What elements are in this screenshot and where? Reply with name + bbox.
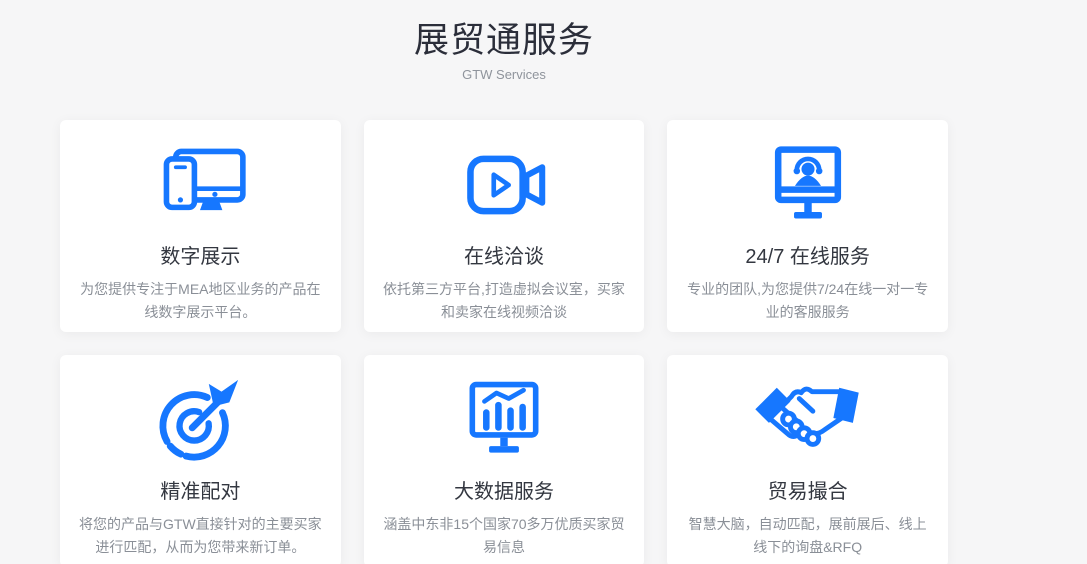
card-title: 精准配对 [60, 475, 341, 504]
video-camera-icon [364, 144, 645, 226]
card-description: 智慧大脑，自动匹配，展前展后、线上线下的询盘&RFQ [667, 513, 948, 559]
support-agent-monitor-icon [667, 144, 948, 226]
services-section: 展贸通服务 GTW Services 数字展示 为您提供专注于MEA地区业务的产… [60, 0, 948, 564]
devices-icon [60, 144, 341, 226]
card-description: 涵盖中东非15个国家70多万优质买家贸易信息 [364, 513, 645, 559]
card-title: 贸易撮合 [667, 475, 948, 504]
service-card-online-negotiation: 在线洽谈 依托第三方平台,打造虚拟会议室，买家和卖家在线视频洽谈 [364, 120, 645, 332]
card-description: 将您的产品与GTW直接针对的主要买家进行匹配，从而为您带来新订单。 [60, 513, 341, 559]
service-card-big-data: 大数据服务 涵盖中东非15个国家70多万优质买家贸易信息 [364, 355, 645, 564]
target-arrow-icon [60, 379, 341, 461]
handshake-icon [667, 379, 948, 461]
section-header: 展贸通服务 GTW Services [60, 0, 948, 82]
page-title: 展贸通服务 [60, 12, 948, 63]
card-title: 24/7 在线服务 [667, 240, 948, 269]
service-card-precise-matching: 精准配对 将您的产品与GTW直接针对的主要买家进行匹配，从而为您带来新订单。 [60, 355, 341, 564]
card-description: 专业的团队,为您提供7/24在线一对一专业的客服服务 [667, 278, 948, 324]
card-description: 依托第三方平台,打造虚拟会议室，买家和卖家在线视频洽谈 [364, 278, 645, 324]
card-description: 为您提供专注于MEA地区业务的产品在线数字展示平台。 [60, 278, 341, 324]
services-grid: 数字展示 为您提供专注于MEA地区业务的产品在线数字展示平台。 在线洽谈 依托第… [60, 120, 948, 564]
page-subtitle: GTW Services [60, 67, 948, 82]
card-title: 在线洽谈 [364, 240, 645, 269]
service-card-online-service: 24/7 在线服务 专业的团队,为您提供7/24在线一对一专业的客服服务 [667, 120, 948, 332]
card-title: 大数据服务 [364, 475, 645, 504]
bar-chart-monitor-icon [364, 379, 645, 461]
service-card-trade-matchmaking: 贸易撮合 智慧大脑，自动匹配，展前展后、线上线下的询盘&RFQ [667, 355, 948, 564]
card-title: 数字展示 [60, 240, 341, 269]
service-card-digital-display: 数字展示 为您提供专注于MEA地区业务的产品在线数字展示平台。 [60, 120, 341, 332]
